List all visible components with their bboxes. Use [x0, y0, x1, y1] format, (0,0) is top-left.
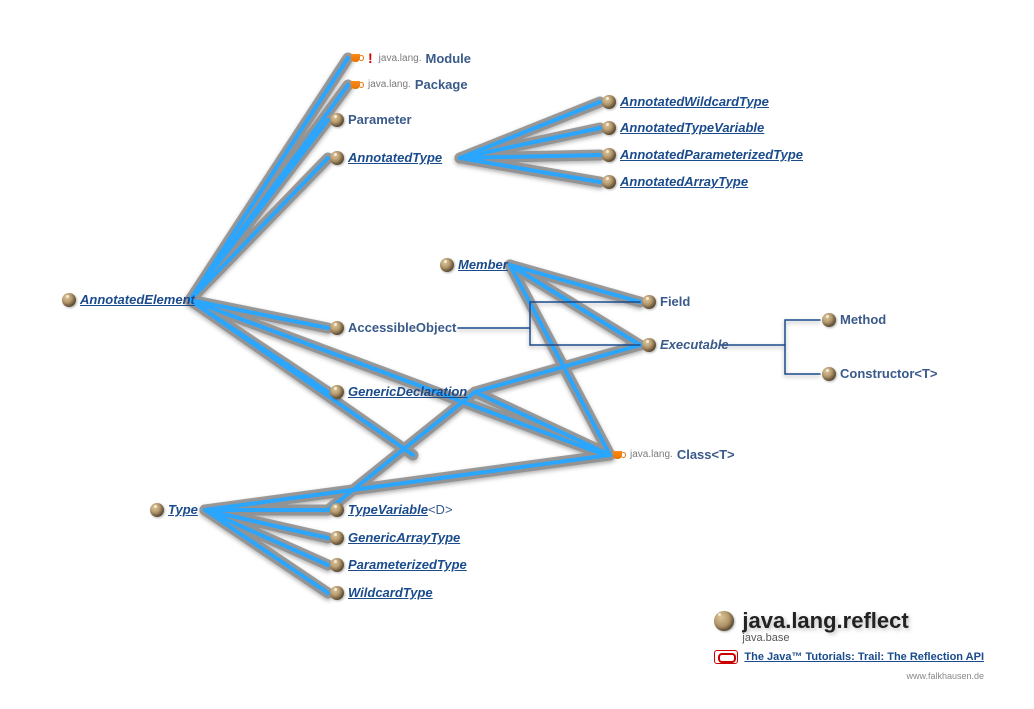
node-member[interactable]: Member [440, 257, 508, 272]
node-annotated-type-variable[interactable]: AnnotatedTypeVariable [602, 120, 764, 135]
cup-icon [350, 52, 364, 64]
oracle-icon [714, 650, 738, 664]
node-annotated-array-type[interactable]: AnnotatedArrayType [602, 174, 748, 189]
label-annotated-type: AnnotatedType [348, 150, 442, 165]
label-member: Member [458, 257, 508, 272]
node-type[interactable]: Type [150, 502, 198, 517]
label-class: Class<T> [677, 447, 735, 462]
label-executable: Executable [660, 337, 729, 352]
cup-icon [612, 449, 626, 461]
label-type-variable: TypeVariable [348, 502, 428, 517]
label-parameter: Parameter [348, 112, 412, 127]
bean-icon [330, 558, 344, 572]
pkg-prefix-module: java.lang. [379, 53, 422, 64]
bean-icon [602, 121, 616, 135]
label-accessible-object: AccessibleObject [348, 320, 456, 335]
bean-icon [150, 503, 164, 517]
bean-icon [330, 503, 344, 517]
label-generic-array-type: GenericArrayType [348, 530, 460, 545]
label-constructor: Constructor<T> [840, 366, 938, 381]
label-module: Module [425, 51, 471, 66]
label-package: Package [415, 77, 468, 92]
label-generic-declaration: GenericDeclaration [348, 384, 467, 399]
label-annotated-array-type: AnnotatedArrayType [620, 174, 748, 189]
page-title: java.lang.reflect [714, 608, 984, 634]
label-wildcard-type: WildcardType [348, 585, 433, 600]
attention-icon: ! [368, 50, 373, 66]
pkg-prefix-class: java.lang. [630, 449, 673, 460]
node-parameter[interactable]: Parameter [330, 112, 412, 127]
node-module[interactable]: ! java.lang. Module [350, 50, 471, 66]
node-executable[interactable]: Executable [642, 337, 729, 352]
bean-icon [330, 321, 344, 335]
node-type-variable[interactable]: TypeVariable<D> [330, 502, 453, 517]
label-annotated-element: AnnotatedElement [80, 292, 195, 307]
node-package[interactable]: java.lang. Package [350, 77, 468, 92]
cup-icon [350, 79, 364, 91]
node-annotated-element[interactable]: AnnotatedElement [62, 292, 195, 307]
bean-icon [642, 338, 656, 352]
tutorial-link: The Java™ Tutorials: Trail: The Reflecti… [744, 651, 984, 663]
pkg-prefix-package: java.lang. [368, 79, 411, 90]
bean-icon [62, 293, 76, 307]
node-annotated-parameterized-type[interactable]: AnnotatedParameterizedType [602, 147, 803, 162]
node-annotated-wildcard-type[interactable]: AnnotatedWildcardType [602, 94, 769, 109]
credit-text: www.falkhausen.de [906, 671, 984, 681]
bean-icon [330, 151, 344, 165]
node-annotated-type[interactable]: AnnotatedType [330, 150, 442, 165]
node-field[interactable]: Field [642, 294, 690, 309]
bean-icon [330, 531, 344, 545]
title-block: java.lang.reflect java.base The Java™ Tu… [714, 608, 984, 664]
bean-icon [330, 113, 344, 127]
label-field: Field [660, 294, 690, 309]
node-accessible-object[interactable]: AccessibleObject [330, 320, 456, 335]
bean-icon [330, 385, 344, 399]
label-type-variable-param: <D> [428, 502, 453, 517]
bean-icon [602, 148, 616, 162]
node-generic-declaration[interactable]: GenericDeclaration [330, 384, 467, 399]
bean-icon [642, 295, 656, 309]
label-annotated-type-variable: AnnotatedTypeVariable [620, 120, 764, 135]
diagram-connectors [0, 0, 1034, 709]
bean-icon [602, 95, 616, 109]
label-annotated-parameterized-type: AnnotatedParameterizedType [620, 147, 803, 162]
bean-icon [440, 258, 454, 272]
node-parameterized-type[interactable]: ParameterizedType [330, 557, 467, 572]
bean-icon [330, 586, 344, 600]
node-constructor[interactable]: Constructor<T> [822, 366, 938, 381]
node-wildcard-type[interactable]: WildcardType [330, 585, 433, 600]
bean-icon [714, 611, 734, 631]
label-parameterized-type: ParameterizedType [348, 557, 467, 572]
label-method: Method [840, 312, 886, 327]
tutorial-link-row[interactable]: The Java™ Tutorials: Trail: The Reflecti… [714, 650, 984, 664]
title-text: java.lang.reflect [742, 608, 908, 634]
label-annotated-wildcard-type: AnnotatedWildcardType [620, 94, 769, 109]
label-type: Type [168, 502, 198, 517]
node-generic-array-type[interactable]: GenericArrayType [330, 530, 460, 545]
bean-icon [822, 313, 836, 327]
node-method[interactable]: Method [822, 312, 886, 327]
node-class[interactable]: java.lang. Class<T> [612, 447, 735, 462]
bean-icon [822, 367, 836, 381]
bean-icon [602, 175, 616, 189]
